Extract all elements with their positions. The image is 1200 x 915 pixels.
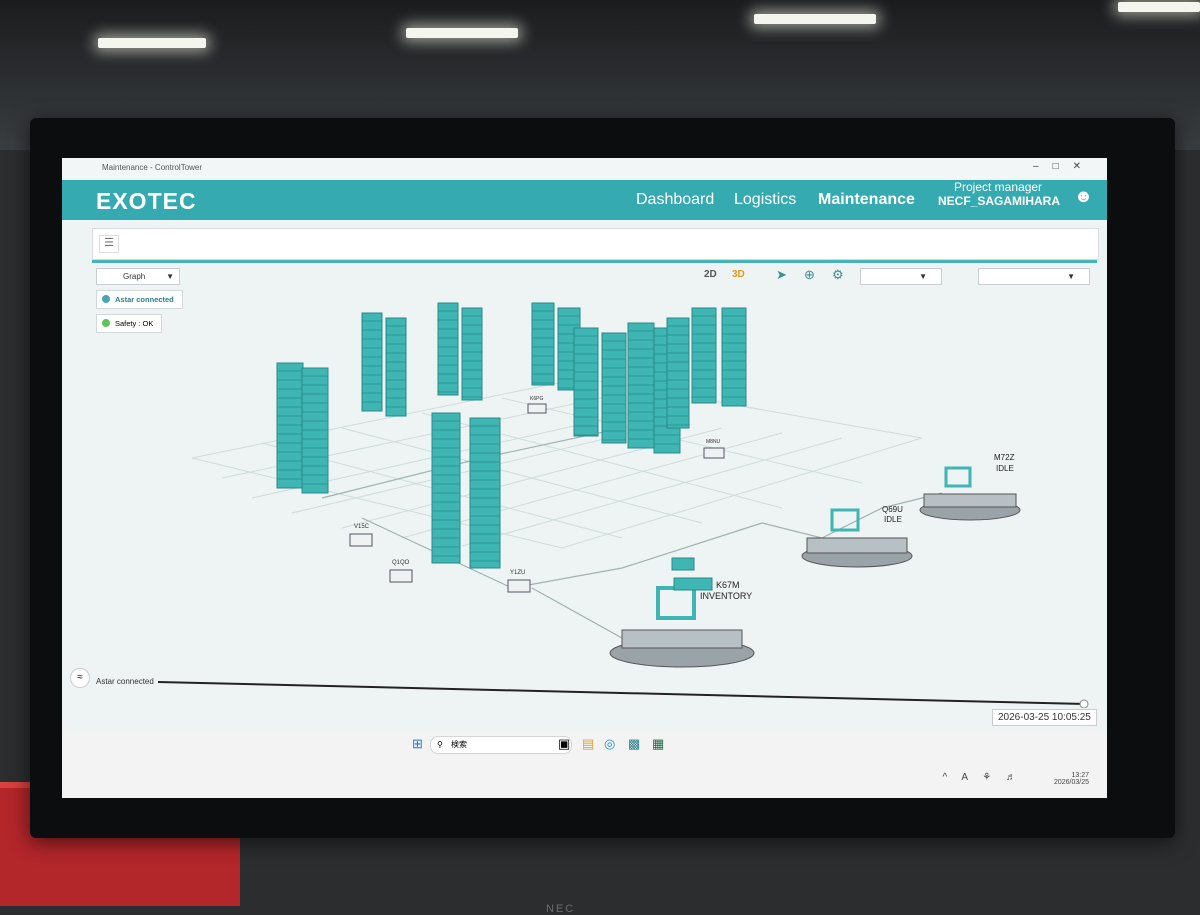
- system-tray-icons[interactable]: ^ A ⚘ ♬: [942, 772, 1022, 783]
- clock-time: 13:27: [1071, 772, 1089, 779]
- chevron-down-icon: ▼: [166, 272, 174, 281]
- ceiling-light: [754, 14, 876, 24]
- robot[interactable]: V15C: [349, 524, 373, 547]
- taskbar-search-placeholder: 検索: [451, 740, 467, 749]
- graph-select-value: Graph: [123, 272, 146, 281]
- window-title: Maintenance - ControlTower: [102, 163, 203, 172]
- wifi-icon[interactable]: ≈: [70, 668, 90, 688]
- pointer-icon[interactable]: ➤: [776, 267, 787, 283]
- graph-select[interactable]: Graph ▼: [96, 268, 180, 285]
- ceiling-light: [406, 28, 518, 38]
- chevron-down-icon: ▼: [919, 272, 927, 281]
- screen: Maintenance - ControlTower –□✕ EXOTEC Da…: [62, 158, 1107, 798]
- windows-start-icon[interactable]: ⊞: [412, 736, 423, 752]
- filter-select-2[interactable]: ▼: [978, 268, 1090, 285]
- timestamp: 2026-03-25 10:05:25: [992, 709, 1097, 726]
- rack-tower: [431, 412, 461, 564]
- robot-id-y1zu: Y1ZU: [510, 570, 525, 576]
- chevron-down-icon: ▼: [1067, 272, 1075, 281]
- station-id: M72Z: [994, 453, 1015, 462]
- menu-icon[interactable]: ☰: [99, 235, 119, 253]
- view-toolbar: Graph ▼ 2D 3D ➤ ⊕ ⚙ ▼ ▼: [92, 266, 1097, 288]
- rack-tower: [721, 307, 747, 407]
- station-q69u[interactable]: Q69U IDLE: [801, 505, 913, 568]
- robot[interactable]: Q1QO: [389, 560, 413, 583]
- rack-tower: [276, 362, 304, 489]
- search-bar[interactable]: ☰: [92, 228, 1099, 260]
- monitor-brand: NEC: [546, 903, 576, 915]
- slider-handle: [1079, 699, 1089, 708]
- robot-id-k6pg: K6PG: [530, 396, 543, 402]
- station-id: Q69U: [882, 505, 903, 514]
- taskbar-clock: 13:27 2026/03/25: [1054, 772, 1089, 786]
- ceiling-light: [98, 38, 206, 48]
- rack-tower: [666, 317, 690, 429]
- rack-tower: [461, 307, 483, 401]
- folder-icon[interactable]: ▤: [582, 736, 594, 752]
- robot[interactable]: M8NU: [703, 439, 725, 459]
- user-icon[interactable]: ☻: [1074, 186, 1093, 207]
- robot-id-q1qo: Q1QO: [392, 560, 410, 566]
- ceiling-light: [1118, 2, 1200, 12]
- footer-connection: Astar connected: [96, 677, 154, 686]
- tote-box: [671, 557, 695, 571]
- rack-tower: [573, 327, 599, 437]
- robot-id-m8nu: M8NU: [706, 439, 721, 445]
- windows-taskbar: ⊞ ⚲ 検索 ▣ ▤ ◎ ▩ ▦ ^ A ⚘ ♬ 13:27 2026/03/2…: [62, 732, 1107, 798]
- rack-tower: [437, 302, 459, 396]
- station-state: INVENTORY: [700, 591, 752, 601]
- station-k67m[interactable]: K67M INVENTORY: [609, 577, 755, 668]
- station-m72z[interactable]: M72Z IDLE: [919, 453, 1021, 521]
- rack-tower: [691, 307, 717, 404]
- browser-icon[interactable]: ◎: [604, 736, 615, 752]
- rack-tower: [531, 302, 555, 386]
- exotec-logo: EXOTEC: [96, 188, 197, 214]
- rack-tower: [601, 332, 627, 444]
- nav-maintenance[interactable]: Maintenance: [818, 191, 915, 209]
- gear-icon[interactable]: ⚙: [832, 267, 844, 283]
- clock-date: 2026/03/25: [1053, 779, 1089, 786]
- view-2d-button[interactable]: 2D: [704, 269, 717, 280]
- crosshair-icon[interactable]: ⊕: [804, 267, 815, 283]
- station-state: IDLE: [996, 464, 1014, 473]
- task-view-icon[interactable]: ▣: [558, 736, 570, 752]
- window-controls[interactable]: –□✕: [1033, 161, 1095, 172]
- user-role: Project manager: [954, 180, 1043, 194]
- rack-tower: [469, 417, 501, 569]
- nav-dashboard[interactable]: Dashboard: [636, 191, 714, 209]
- divider: [92, 260, 1097, 263]
- warehouse-3d-view[interactable]: V15C Q1QO Y1ZU M8NU K6PG K67M INVENTORY …: [62, 288, 1107, 718]
- controltower-icon[interactable]: ▦: [652, 736, 664, 752]
- storage-racks: [276, 302, 747, 569]
- station-id: K67M: [716, 580, 740, 590]
- nav-logistics[interactable]: Logistics: [734, 191, 796, 209]
- rack-tower: [361, 312, 383, 412]
- window-titlebar: Maintenance - ControlTower –□✕: [62, 158, 1107, 180]
- taskbar-search[interactable]: ⚲ 検索: [430, 736, 572, 754]
- robot[interactable]: K6PG: [527, 396, 547, 414]
- robot-id-v15c: V15C: [354, 524, 370, 530]
- rack-tower: [627, 322, 655, 449]
- filter-select-1[interactable]: ▼: [860, 268, 942, 285]
- site-name: NECF_SAGAMIHARA: [938, 194, 1061, 208]
- view-3d-button[interactable]: 3D: [732, 269, 745, 280]
- rack-tower: [301, 367, 329, 494]
- station-state: IDLE: [884, 515, 902, 524]
- robot[interactable]: Y1ZU: [507, 570, 531, 593]
- rack-tower: [385, 317, 407, 417]
- app-icon[interactable]: ▩: [628, 736, 640, 752]
- search-icon: ⚲: [437, 740, 443, 749]
- app-header: EXOTEC Dashboard Logistics Maintenance P…: [62, 180, 1107, 220]
- timeline-slider[interactable]: [158, 678, 1098, 708]
